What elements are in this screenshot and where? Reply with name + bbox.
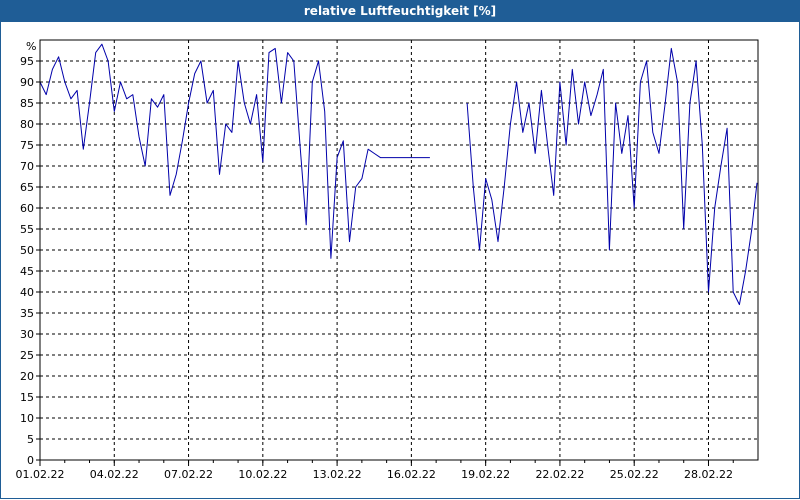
y-tick-label: 90 (20, 76, 34, 89)
x-tick-label: 22.02.22 (535, 468, 584, 481)
x-tick-label: 16.02.22 (387, 468, 436, 481)
x-tick-label: 04.02.22 (90, 468, 139, 481)
series-lines (39, 43, 758, 306)
y-tick-label: 20 (20, 370, 34, 383)
y-axis-unit-label: % (26, 40, 36, 53)
y-tick-label: 75 (20, 139, 34, 152)
y-tick-label: 80 (20, 118, 34, 131)
x-tick-label: 10.02.22 (238, 468, 287, 481)
y-tick-label: 35 (20, 307, 34, 320)
series-line-segment-1 (39, 43, 430, 259)
y-tick-label: 95 (20, 55, 34, 68)
x-tick-label: 19.02.22 (461, 468, 510, 481)
axes (36, 39, 759, 466)
y-tick-label: 5 (27, 433, 34, 446)
y-tick-label: 55 (20, 223, 34, 236)
humidity-chart: 0 5 10 15 20 25 30 35 40 45 50 55 60 65 70 75 80 85 90 95 0… (16, 39, 759, 481)
y-tick-label: 85 (20, 97, 34, 110)
series-line-segment-2 (466, 47, 758, 306)
x-tick-label: 13.02.22 (313, 468, 362, 481)
x-tick-labels: 01.02.22 04.02.22 07.02.22 10.02.22 13.02.22… (16, 468, 733, 481)
y-tick-label: 30 (20, 328, 34, 341)
y-tick-label: 65 (20, 181, 34, 194)
y-tick-label: 0 (27, 454, 34, 467)
y-tick-label: 10 (20, 412, 34, 425)
y-tick-label: 50 (20, 244, 34, 257)
y-tick-label: 70 (20, 160, 34, 173)
x-tick-label: 07.02.22 (164, 468, 213, 481)
y-tick-label: 60 (20, 202, 34, 215)
x-tick-label: 01.02.22 (16, 468, 65, 481)
y-tick-label: 25 (20, 349, 34, 362)
y-tick-label: 40 (20, 286, 34, 299)
y-tick-labels: 0 5 10 15 20 25 30 35 40 45 50 55 60 65 70 75 80 85 90 95 (20, 55, 34, 467)
y-tick-label: 15 (20, 391, 34, 404)
x-tick-label: 25.02.22 (610, 468, 659, 481)
x-tick-label: 28.02.22 (684, 468, 733, 481)
y-tick-label: 45 (20, 265, 34, 278)
